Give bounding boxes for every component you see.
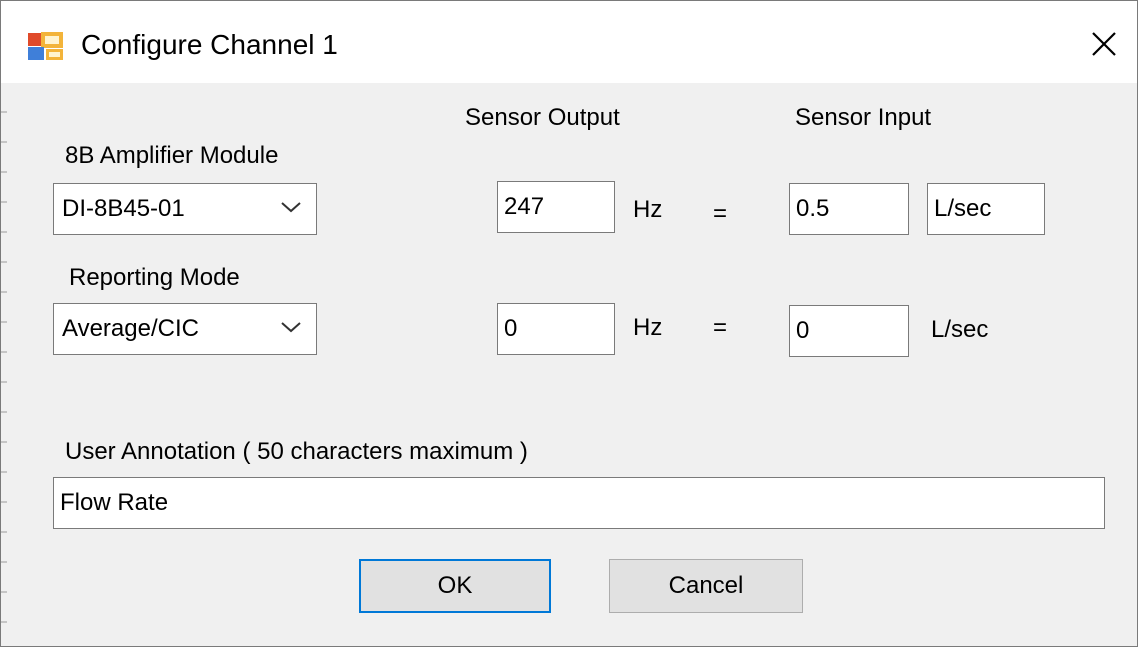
output-unit-label-2: Hz [633, 314, 663, 341]
title-bar: Configure Channel 1 [1, 1, 1137, 83]
window-title: Configure Channel 1 [81, 29, 338, 60]
close-icon[interactable] [1083, 25, 1123, 65]
sensor-input-field-2[interactable]: 0 [789, 305, 909, 357]
sensor-input-value-2: 0 [796, 317, 810, 344]
chevron-down-icon [281, 322, 301, 333]
equals-sign-2: = [713, 314, 728, 341]
reporting-mode-select[interactable]: Average/CIC [53, 303, 317, 355]
ok-button[interactable]: OK [359, 559, 551, 613]
input-unit-label-2: L/sec [931, 316, 989, 343]
configure-channel-dialog: Configure Channel 1 Sensor Output Sensor… [0, 0, 1138, 647]
app-window-icon [28, 32, 63, 60]
sensor-output-field-2[interactable]: 0 [497, 303, 615, 355]
chevron-down-icon [281, 202, 301, 213]
amplifier-module-select[interactable]: DI-8B45-01 [53, 183, 317, 235]
dialog-body: Sensor Output Sensor Input 8B Amplifier … [1, 83, 1137, 646]
sensor-input-value-1: 0.5 [796, 195, 830, 222]
amplifier-module-label: 8B Amplifier Module [65, 142, 279, 169]
sensor-output-field-1[interactable]: 247 [497, 181, 615, 233]
output-unit-label-1: Hz [633, 196, 663, 223]
sensor-input-unit-field-1[interactable]: L/sec [927, 183, 1045, 235]
sensor-output-value-1: 247 [504, 193, 545, 220]
sensor-input-unit-value-1: L/sec [934, 195, 992, 222]
reporting-mode-value: Average/CIC [62, 315, 199, 342]
equals-sign-1: = [713, 200, 728, 227]
user-annotation-label: User Annotation ( 50 characters maximum … [65, 438, 528, 465]
sensor-input-header: Sensor Input [795, 104, 932, 131]
user-annotation-value: Flow Rate [60, 489, 169, 516]
sensor-input-field-1[interactable]: 0.5 [789, 183, 909, 235]
sensor-output-header: Sensor Output [465, 104, 620, 131]
amplifier-module-value: DI-8B45-01 [62, 195, 185, 222]
sensor-output-value-2: 0 [504, 315, 518, 342]
user-annotation-field[interactable]: Flow Rate [53, 477, 1105, 529]
cancel-button[interactable]: Cancel [609, 559, 803, 613]
reporting-mode-label: Reporting Mode [69, 264, 240, 291]
